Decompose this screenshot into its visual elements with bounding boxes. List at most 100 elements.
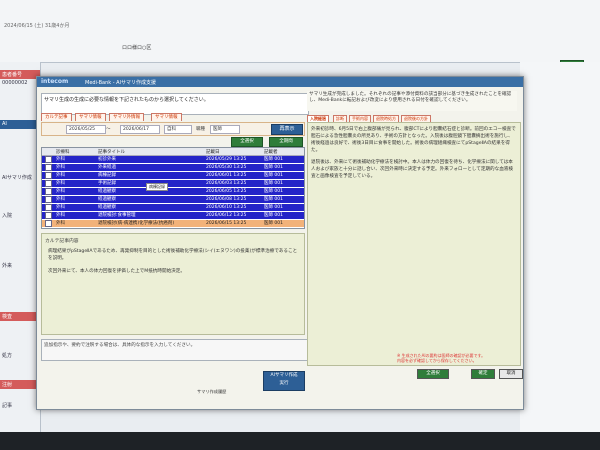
result-header: サマリ生成が完成しました。それぞれの記事や添付資料の該当部分に基づき生成されたこ… [307, 91, 517, 111]
result-pane: サマリ生成が完成しました。それぞれの記事や添付資料の該当部分に基づき生成されたこ… [307, 91, 521, 381]
table-row[interactable]: 外科 病棟記録 2026/06/01 13:25 医師 001 [42, 172, 304, 179]
select-all-result-button[interactable]: 全選択 [417, 369, 449, 379]
row-checkbox[interactable] [45, 220, 52, 227]
dialog-title: Medi-Bank - AIサマリ作成支援 [85, 80, 157, 86]
filter-bar: 2026/05/25 〜 2026/06/17 自科 職種 医師 [41, 122, 305, 136]
tab-course[interactable]: 入院経過 [307, 115, 329, 122]
ai-warning: ※ 生成されたAIの要約は医師の確認が必要です。内容を必ず確認してから保存してく… [397, 353, 486, 363]
content-header: カルテ記事内容 [45, 239, 79, 244]
select-all-button[interactable]: 全選択 [231, 137, 263, 147]
patient-date-line: 2024/06/15 (土) 31歳4か月 [4, 23, 70, 29]
all-period-button[interactable]: 全期間 [269, 137, 303, 147]
cell-author: 医師 001 [264, 173, 284, 178]
history-link[interactable]: サマリ作成履歴 [197, 389, 226, 395]
ai-summary-dialog: intecom Medi-Bank - AIサマリ作成支援 サマリ生成の生成に必… [36, 76, 524, 410]
row-checkbox[interactable] [45, 188, 52, 195]
tab-discharge-rx[interactable]: 退院時処方 [373, 115, 399, 122]
cell-author: 医師 001 [264, 157, 284, 162]
row-tooltip: 病棟記録 [146, 183, 168, 191]
cell-title: 退院検討(病-病連携)化学療法(抗癌剤) [98, 221, 175, 226]
cell-date: 2026/05/29 13:25 [206, 157, 247, 162]
row-checkbox[interactable] [45, 196, 52, 203]
record-content-panel: カルテ記事内容 病理結果がpStageⅡAであるため、再発抑制を目的とした術後補… [41, 233, 305, 335]
date-from-input[interactable]: 2026/05/25 [66, 125, 106, 134]
row-checkbox[interactable] [45, 180, 52, 187]
confirm-button[interactable]: 確定 [471, 369, 495, 379]
tab-karte[interactable]: カルテ記事 [41, 113, 72, 121]
cell-date: 2026/06/12 13:25 [206, 213, 247, 218]
tab-summary-info-2[interactable]: サマリ情報 [151, 113, 182, 121]
cell-dept: 外科 [56, 165, 65, 170]
cell-title: 経過観察 [98, 205, 116, 210]
cell-title: 経過観察 [98, 189, 116, 194]
cell-author: 医師 001 [264, 181, 284, 186]
author-label: 職種 [196, 127, 205, 132]
tab-surgery[interactable]: 手術内容 [349, 115, 371, 122]
reload-button[interactable]: 再表示 [271, 124, 303, 135]
table-row[interactable]: 外科 外来経過 2026/05/30 13:25 医師 001 [42, 164, 304, 171]
table-row[interactable]: 外科 経過観察 2026/06/10 13:25 医師 001 [42, 204, 304, 211]
table-row[interactable]: 外科 経過観察 2026/06/05 13:25 医師 001 [42, 188, 304, 195]
table-row[interactable]: 外科 退院検討(病-病連携)化学療法(抗癌剤) 2026/06/15 13:25 医師… [42, 220, 304, 227]
cell-dept: 外科 [56, 221, 65, 226]
cell-title: 初診外来 [98, 157, 116, 162]
cell-author: 医師 001 [264, 205, 284, 210]
cancel-button[interactable]: 取消 [499, 369, 523, 379]
cell-author: 医師 001 [264, 165, 284, 170]
run-ai-summary-button[interactable]: AIサマリ作成 実行 [263, 371, 305, 391]
sidebar-item[interactable]: 処方 [2, 352, 38, 360]
instruction-input[interactable]: 追加指示や、要約で注釈する場合は、具体的な指示を入力してください。 [41, 339, 309, 361]
tab-summary-info[interactable]: サマリ情報 [75, 113, 106, 121]
tab-diagnosis[interactable]: 診断 [333, 115, 347, 122]
cell-date: 2026/06/01 13:25 [206, 173, 247, 178]
table-row[interactable]: 外科 初診外来 2026/05/29 13:25 医師 001 [42, 156, 304, 163]
row-checkbox[interactable] [45, 172, 52, 179]
cell-dept: 外科 [56, 205, 65, 210]
sidebar-item[interactable]: 外来 [2, 262, 38, 270]
row-checkbox[interactable] [45, 212, 52, 219]
col-dept[interactable]: 診療科 [56, 149, 70, 155]
cell-dept: 外科 [56, 213, 65, 218]
content-paragraph: 病理結果がpStageⅡAであるため、再発抑制を目的とした術後補助化学療法(シイ… [48, 249, 298, 261]
cell-author: 医師 001 [264, 221, 284, 226]
dept-select[interactable]: 自科 [164, 125, 192, 134]
instruction-text: サマリ生成の生成に必要な情報を下記されたものから選択してください。 [41, 93, 309, 115]
table-row[interactable]: 外科 手術記録 2026/06/03 13:25 医師 001 [42, 180, 304, 187]
table-row[interactable]: 外科 経過観察 2026/06/08 13:25 医師 001 [42, 196, 304, 203]
cell-title: 手術記録 [98, 181, 116, 186]
sidebar-item[interactable]: AIサマリ作成 [2, 174, 38, 182]
tab-plan[interactable]: 退院後の方針 [401, 115, 431, 122]
col-title[interactable]: 記事タイトル [98, 149, 125, 155]
background-sidebar: 患者番号 00000002 AI AIサマリ作成 入院 外来 検査 処方 注射 … [0, 62, 41, 432]
col-date[interactable]: 記載日 [206, 149, 220, 155]
row-checkbox[interactable] [45, 204, 52, 211]
author-select[interactable]: 医師 [210, 125, 240, 134]
cell-date: 2026/06/08 13:25 [206, 197, 247, 202]
sidebar-item[interactable]: 入院 [2, 212, 38, 220]
cell-date: 2026/06/15 13:25 [206, 221, 247, 226]
summary-text[interactable]: 外来初診時、6月5日で右上腹部痛が見られ、腹部CTにより胆嚢結石症と診断。前回の… [307, 122, 521, 366]
cell-title: 退院検討:食事管理 [98, 213, 136, 218]
cell-date: 2026/06/10 13:25 [206, 205, 247, 210]
cell-dept: 外科 [56, 173, 65, 178]
cell-author: 医師 001 [264, 189, 284, 194]
sidebar-item[interactable]: 注射 [2, 381, 38, 389]
col-author[interactable]: 記載者 [264, 149, 278, 155]
row-checkbox[interactable] [45, 164, 52, 171]
dialog-titlebar: intecom Medi-Bank - AIサマリ作成支援 [37, 77, 523, 87]
summary-paragraph: 退院後は、外来にて術後補助化学療法を検討中。本人は体力の回復を待ち、化学療法に関… [311, 160, 513, 179]
record-table: 診療科 記事タイトル 記載日 記載者 外科 初診外来 2026/05/29 13:2… [41, 147, 305, 229]
content-paragraph: 次回外来にて、本人の体力回復を評価した上でM抵抗時開始決定。 [48, 269, 185, 274]
intecom-logo: intecom [41, 78, 69, 85]
sidebar-item[interactable]: AI [2, 121, 38, 129]
sidebar-item[interactable]: 検査 [2, 313, 38, 321]
cell-dept: 外科 [56, 181, 65, 186]
sidebar-item[interactable]: 00000002 [2, 80, 38, 88]
date-to-input[interactable]: 2026/06/17 [120, 125, 160, 134]
row-checkbox[interactable] [45, 156, 52, 163]
sidebar-item[interactable]: 記事 [2, 402, 38, 410]
sidebar-item[interactable]: 患者番号 [2, 71, 38, 79]
tab-outside-info[interactable]: サマリ外情報 [109, 113, 144, 121]
table-row[interactable]: 外科 退院検討:食事管理 2026/06/12 13:25 医師 001 [42, 212, 304, 219]
screen: 2024/06/15 (土) 31歳4か月 ロロ様ロ○区 患者番号 000000… [0, 0, 600, 432]
